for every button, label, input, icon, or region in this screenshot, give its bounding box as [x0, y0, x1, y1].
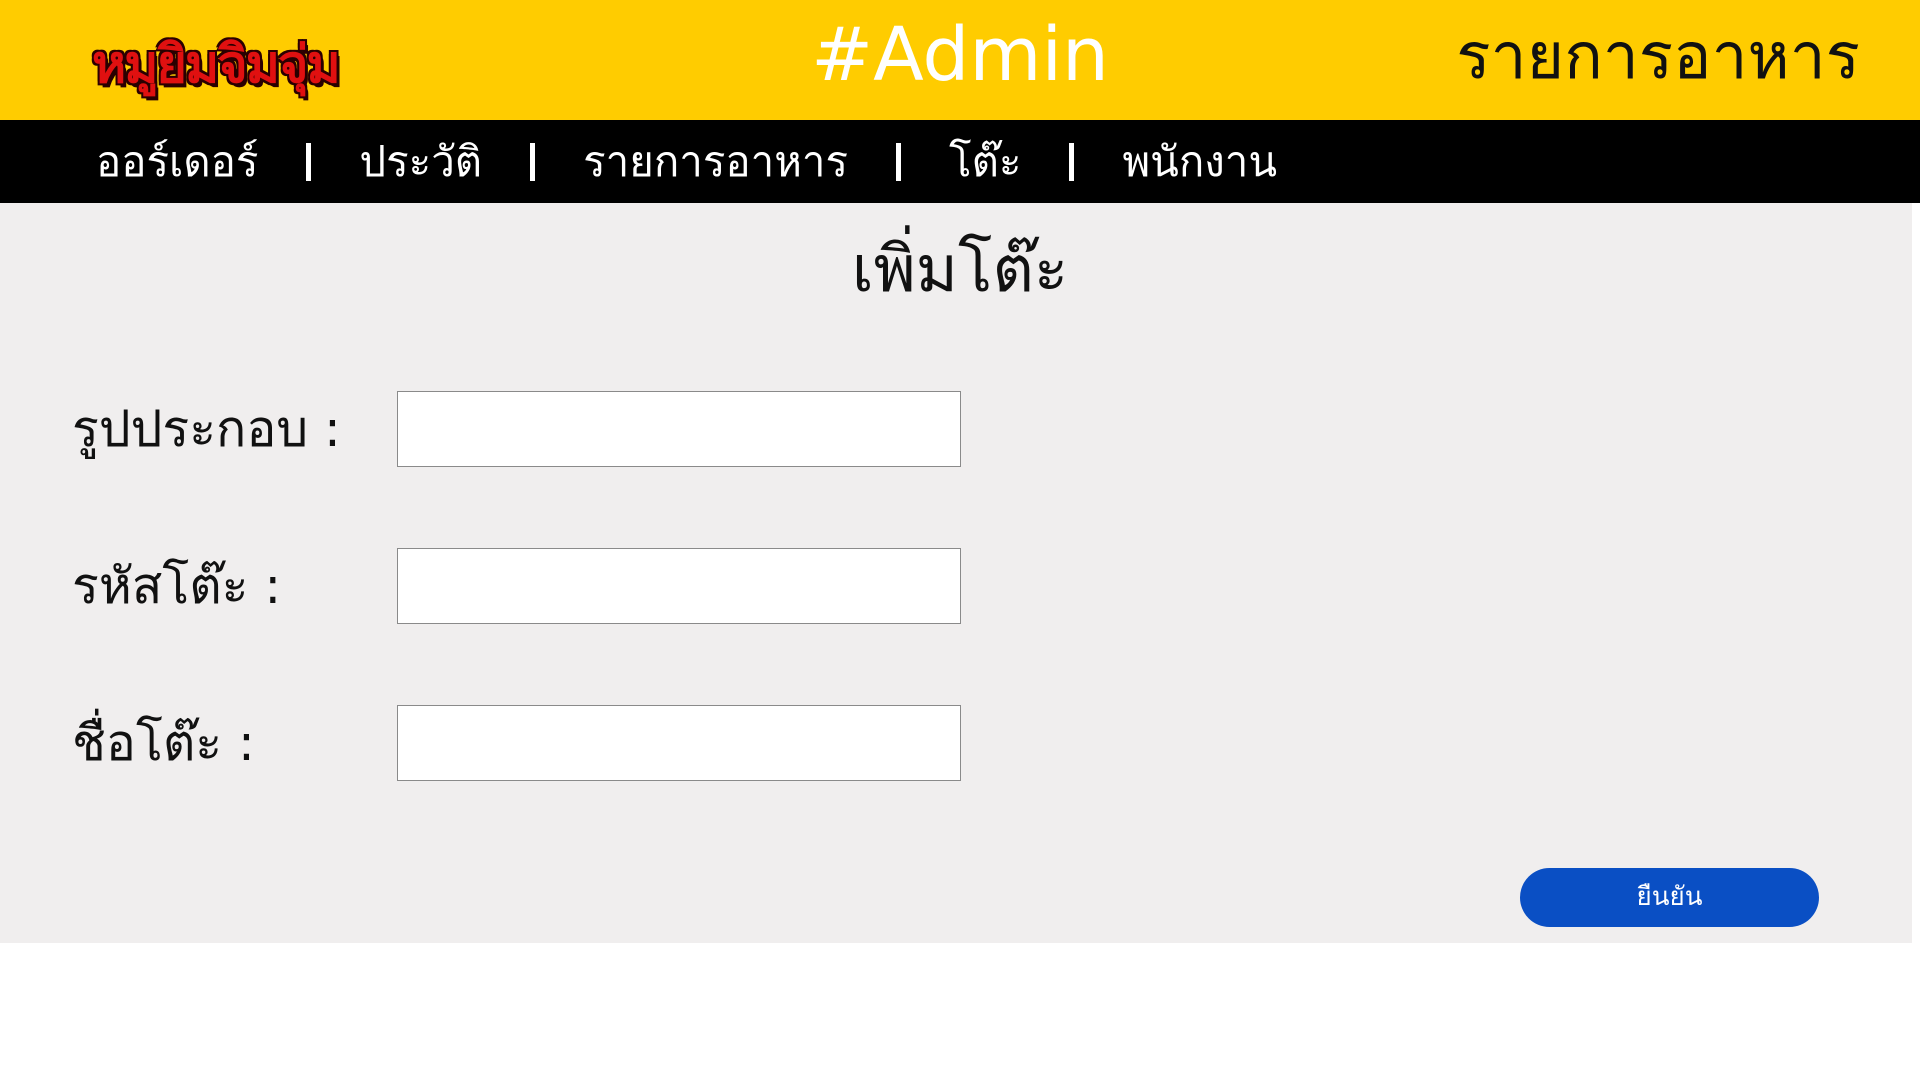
table-name-field[interactable] [397, 705, 961, 781]
section-title: รายการอาหาร [1456, 20, 1860, 94]
table-code-label: รหัสโต๊ะ : [72, 557, 282, 615]
nav-item-menu[interactable]: รายการอาหาร [583, 120, 848, 203]
add-table-panel: เพิ่มโต๊ะ รูปประกอบ : รหัสโต๊ะ : ชื่อโต๊… [0, 203, 1912, 943]
form-title: เพิ่มโต๊ะ [851, 233, 1069, 307]
image-field[interactable] [397, 391, 961, 467]
nav-separator [1069, 142, 1075, 181]
nav-item-tables[interactable]: โต๊ะ [949, 120, 1021, 203]
nav-separator [896, 142, 902, 181]
nav-separator [530, 142, 536, 181]
top-header: หมูยิมจิมจุ่ม #Admin รายการอาหาร [0, 0, 1920, 120]
nav-item-staff[interactable]: พนักงาน [1122, 120, 1277, 203]
nav-item-history[interactable]: ประวัติ [359, 120, 482, 203]
nav-item-orders[interactable]: ออร์เดอร์ [96, 120, 258, 203]
table-name-label: ชื่อโต๊ะ : [72, 714, 255, 772]
admin-page: หมูยิมจิมจุ่ม #Admin รายการอาหาร ออร์เดอ… [0, 0, 1920, 1080]
nav-separator [306, 142, 312, 181]
main-nav: ออร์เดอร์ ประวัติ รายการอาหาร โต๊ะ พนักง… [0, 120, 1920, 203]
image-field-label: รูปประกอบ : [72, 400, 341, 458]
table-code-field[interactable] [397, 548, 961, 624]
confirm-button[interactable]: ยืนยัน [1520, 868, 1819, 927]
